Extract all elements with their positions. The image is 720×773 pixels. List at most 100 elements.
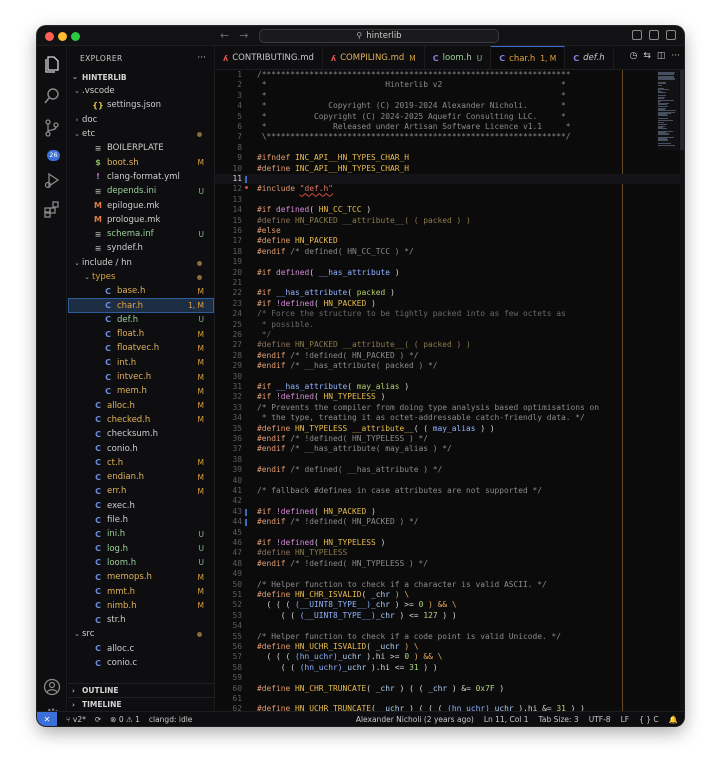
run-debug-icon[interactable]: [42, 170, 62, 190]
folder-item[interactable]: ⌄ src: [68, 627, 214, 641]
close-window-button[interactable]: [45, 32, 54, 41]
file-item[interactable]: Mepilogue.mk: [68, 198, 214, 212]
code-line: 34 * the type, treating it as octet-addr…: [215, 413, 684, 423]
account-icon[interactable]: [42, 677, 62, 697]
problems-indicator[interactable]: ⊗ 0 ⚠ 1: [110, 715, 140, 724]
file-item[interactable]: {} settings.json: [68, 98, 214, 112]
line-number: 48: [232, 558, 242, 568]
notifications-bell-icon[interactable]: 🔔: [669, 715, 678, 724]
line-number: 59: [232, 673, 242, 683]
code-text: * *: [257, 91, 566, 101]
file-item[interactable]: ≡ depends.ini U: [68, 184, 214, 198]
workspace-root[interactable]: ⌄ HINTERLIB: [68, 70, 214, 84]
file-type-icon: ≡: [94, 186, 102, 196]
file-item[interactable]: Cint.h M: [68, 356, 214, 370]
file-item[interactable]: Calloc.c: [68, 642, 214, 656]
minimize-window-button[interactable]: [58, 32, 67, 41]
code-text: #if !defined( HN_TYPELESS ): [257, 392, 385, 402]
file-item[interactable]: ≡ schema.inf U: [68, 227, 214, 241]
editor-scrollbar[interactable]: [680, 70, 684, 711]
editor-tab[interactable]: Cchar.h 1, M: [491, 46, 566, 69]
zoom-window-button[interactable]: [71, 32, 80, 41]
split-editor-icon[interactable]: ◫: [657, 51, 666, 61]
file-item[interactable]: ≡ syndef.h: [68, 241, 214, 255]
git-branch[interactable]: ⑂ v2*: [66, 715, 86, 724]
file-item[interactable]: Cfloatvec.h M: [68, 341, 214, 355]
editor-tab[interactable]: ʎ COMPILING.md M: [323, 46, 425, 69]
file-name: mem.h: [117, 386, 147, 397]
file-item[interactable]: Cmmt.h M: [68, 584, 214, 598]
language-mode[interactable]: { } C: [639, 715, 659, 724]
file-item[interactable]: Cmem.h M: [68, 384, 214, 398]
toggle-sidebar-icon[interactable]: [632, 30, 642, 40]
file-item[interactable]: Cbase.h M: [68, 284, 214, 298]
code-editor[interactable]: 1 /**************************************…: [215, 70, 684, 711]
timeline-section[interactable]: › TIMELINE: [68, 697, 214, 711]
file-item[interactable]: Cmemops.h M: [68, 570, 214, 584]
toggle-panel-icon[interactable]: [649, 30, 659, 40]
tab-size[interactable]: Tab Size: 3: [539, 715, 579, 724]
git-blame[interactable]: Alexander Nicholi (2 years ago): [356, 715, 474, 724]
code-token: #endif: [257, 361, 291, 371]
timeline-icon[interactable]: ◷: [629, 51, 637, 61]
clangd-status[interactable]: clangd: idle: [149, 715, 193, 724]
file-item[interactable]: Cfloat.h M: [68, 327, 214, 341]
file-item[interactable]: Cexec.h: [68, 499, 214, 513]
explorer-header: EXPLORER ···: [68, 46, 214, 70]
source-control-icon[interactable]: [42, 118, 62, 138]
file-item[interactable]: Cintvec.h M: [68, 370, 214, 384]
file-item[interactable]: ≡ BOILERPLATE: [68, 141, 214, 155]
code-token: #ifndef: [257, 153, 296, 163]
git-status-badge: M: [197, 486, 204, 496]
folder-item[interactable]: › doc: [68, 113, 214, 127]
file-item[interactable]: Cct.h M: [68, 456, 214, 470]
end-of-line[interactable]: LF: [621, 715, 630, 724]
file-item[interactable]: Cchecksum.h: [68, 427, 214, 441]
folder-item[interactable]: ⌄ include / hn: [68, 256, 214, 270]
editor-tab[interactable]: ʎ CONTRIBUTING.md: [215, 46, 323, 69]
file-item[interactable]: Mprologue.mk: [68, 213, 214, 227]
chevron-down-icon: ⌄: [74, 630, 80, 639]
file-item[interactable]: Cerr.h M: [68, 484, 214, 498]
more-icon[interactable]: ···: [671, 51, 680, 61]
file-item[interactable]: $ boot.sh M: [68, 155, 214, 169]
file-item[interactable]: Calloc.h M: [68, 399, 214, 413]
command-center-search[interactable]: ⚲ hinterlib: [259, 29, 499, 43]
sync-icon[interactable]: ⟳: [95, 715, 101, 724]
file-item[interactable]: Cstr.h: [68, 613, 214, 627]
search-view-icon[interactable]: [42, 86, 62, 106]
more-actions-icon[interactable]: ···: [197, 53, 206, 63]
markdown-file-icon: ʎ: [223, 53, 229, 63]
editor-tab[interactable]: Cloom.h U: [425, 46, 492, 69]
folder-item[interactable]: ⌄ types: [68, 270, 214, 284]
extensions-icon[interactable]: [42, 200, 62, 220]
file-item[interactable]: Clog.h U: [68, 542, 214, 556]
file-type-icon: ≡: [94, 243, 102, 253]
minimap[interactable]: [657, 70, 679, 150]
folder-item[interactable]: ⌄ .vscode: [68, 84, 214, 98]
file-item[interactable]: Cconio.c: [68, 656, 214, 670]
file-item[interactable]: Cloom.h U: [68, 556, 214, 570]
remote-indicator[interactable]: ✕: [37, 711, 57, 726]
navigation-arrows[interactable]: ←→: [220, 29, 258, 42]
encoding[interactable]: UTF-8: [589, 715, 611, 724]
file-item[interactable]: Cdef.h U: [68, 313, 214, 327]
file-item[interactable]: ! clang-format.yml: [68, 170, 214, 184]
file-item[interactable]: Cchar.h 1, M: [68, 298, 214, 313]
code-token: (hn_uchr): [299, 662, 343, 672]
explorer-icon[interactable]: [42, 54, 62, 74]
file-item[interactable]: Cnimb.h M: [68, 599, 214, 613]
file-item[interactable]: Cendian.h M: [68, 470, 214, 484]
outline-section[interactable]: › OUTLINE: [68, 683, 214, 697]
file-item[interactable]: Cfile.h: [68, 513, 214, 527]
code-token: HN_PACKED: [295, 236, 338, 246]
editor-tab[interactable]: Cdef.h: [565, 46, 614, 69]
compare-icon[interactable]: ⇆: [643, 51, 651, 61]
file-item[interactable]: Cchecked.h M: [68, 413, 214, 427]
git-status-badge: U: [198, 558, 205, 568]
file-item[interactable]: Cini.h U: [68, 527, 214, 541]
folder-item[interactable]: ⌄ etc: [68, 127, 214, 141]
cursor-position[interactable]: Ln 11, Col 1: [484, 715, 529, 724]
file-item[interactable]: Cconio.h: [68, 441, 214, 455]
toggle-secondary-sidebar-icon[interactable]: [666, 30, 676, 40]
